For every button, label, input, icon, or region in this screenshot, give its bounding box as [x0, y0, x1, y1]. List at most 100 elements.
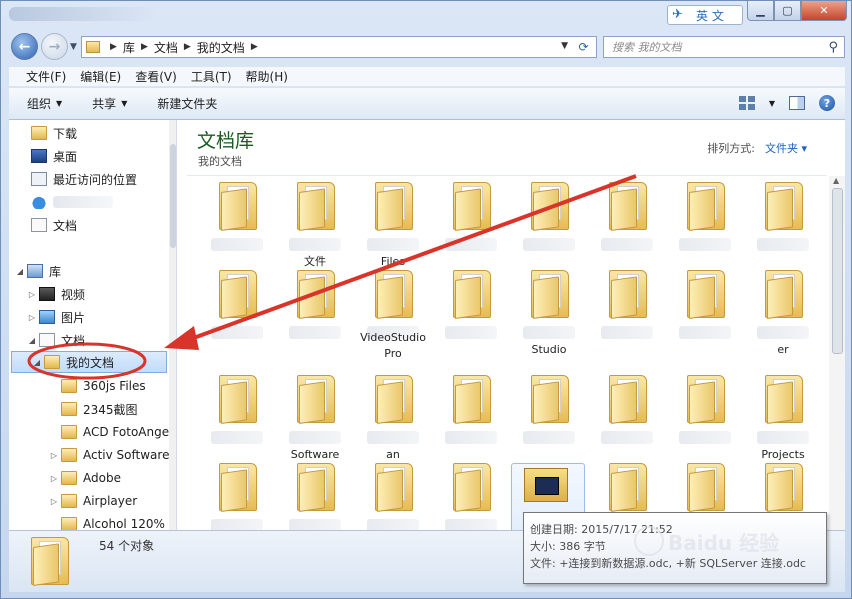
folder-tile[interactable]: Files — [355, 182, 431, 274]
maximize-button[interactable]: ▢ — [774, 1, 801, 21]
back-button[interactable]: ← — [11, 33, 38, 60]
nav-item-child[interactable]: ▷ Adobe — [49, 467, 176, 489]
folder-tile[interactable] — [433, 270, 509, 362]
scroll-up-icon[interactable]: ▲ — [833, 176, 839, 185]
ime-indicator[interactable]: ✈ 英 文 — [667, 5, 743, 25]
breadcrumb-library[interactable]: 库 — [123, 39, 135, 56]
address-history-dropdown-icon[interactable]: ▼ — [561, 41, 568, 51]
expanded-arrow-icon[interactable]: ◢ — [27, 336, 37, 345]
nav-item-desktop[interactable]: 桌面 — [31, 145, 176, 167]
nav-item-child[interactable]: ▷ Activ Software — [49, 444, 176, 466]
nav-item-pictures[interactable]: ▷ 图片 — [27, 306, 176, 328]
nav-item-documents[interactable]: ◢ 文档 — [27, 329, 176, 351]
nav-item-child[interactable]: ACD FotoAngel — [49, 421, 176, 443]
folder-tile[interactable] — [667, 270, 743, 362]
nav-item-cloud[interactable] — [31, 191, 176, 213]
help-icon[interactable]: ? — [819, 95, 835, 111]
folder-icon — [765, 463, 803, 513]
nav-item-label: 图片 — [61, 310, 86, 325]
share-button[interactable]: 共享 ▼ — [92, 95, 127, 112]
expanded-arrow-icon[interactable]: ◢ — [15, 267, 25, 276]
breadcrumb-documents[interactable]: 文档 — [154, 39, 178, 56]
folder-tile[interactable]: 文件 — [277, 182, 353, 274]
recent-pages-dropdown-icon[interactable]: ▼ — [70, 42, 77, 52]
blurred-label — [757, 238, 809, 251]
nav-item-child[interactable]: 360js Files — [49, 375, 176, 397]
navigation-row: ← → ▼ ▶ 库 ▶ 文档 ▶ 我的文档 ▶ ▼ ⟳ ⚲ — [9, 33, 845, 61]
folder-tile[interactable] — [433, 182, 509, 274]
blurred-label — [211, 238, 263, 251]
folder-tile[interactable]: Projects — [745, 375, 821, 467]
collapsed-arrow-icon[interactable]: ▷ — [49, 474, 59, 483]
folder-tile[interactable] — [199, 182, 275, 274]
nav-item-child[interactable]: ▷ Airplayer — [49, 490, 176, 512]
new-folder-button[interactable]: 新建文件夹 — [157, 95, 217, 112]
breadcrumb-separator-icon[interactable]: ▶ — [184, 42, 191, 52]
collapsed-arrow-icon[interactable]: ▷ — [49, 451, 59, 460]
nav-item-downloads[interactable]: 下载 — [31, 122, 176, 144]
organize-button[interactable]: 组织 ▼ — [27, 95, 62, 112]
folder-tile[interactable] — [589, 182, 665, 274]
content-scroll-thumb[interactable] — [832, 188, 843, 354]
breadcrumb-separator-icon[interactable]: ▶ — [141, 42, 148, 52]
folder-tile[interactable] — [199, 375, 275, 467]
collapsed-arrow-icon[interactable]: ▷ — [27, 313, 37, 322]
refresh-button[interactable]: ⟳ — [571, 36, 597, 58]
folder-tile[interactable] — [355, 463, 431, 530]
menu-edit[interactable]: 编辑(E) — [73, 68, 128, 85]
folder-icon — [687, 182, 725, 232]
search-input[interactable] — [612, 40, 817, 54]
blurred-label — [289, 431, 341, 444]
folder-tile[interactable] — [511, 182, 587, 274]
folder-tile[interactable] — [667, 182, 743, 274]
breadcrumb-separator-icon[interactable]: ▶ — [110, 42, 117, 52]
folder-tile[interactable] — [589, 375, 665, 467]
folder-tile[interactable] — [199, 270, 275, 362]
collapsed-arrow-icon[interactable]: ▷ — [27, 290, 37, 299]
folder-tile[interactable] — [667, 375, 743, 467]
menu-file[interactable]: 文件(F) — [19, 68, 73, 85]
search-icon[interactable]: ⚲ — [828, 40, 838, 55]
nav-item-label: 我的文档 — [66, 355, 115, 370]
nav-scrollbar[interactable] — [169, 120, 176, 530]
breadcrumb-my-documents[interactable]: 我的文档 — [197, 39, 245, 56]
preview-pane-icon[interactable] — [789, 96, 805, 110]
address-bar[interactable]: ▶ 库 ▶ 文档 ▶ 我的文档 ▶ ▼ — [81, 36, 573, 58]
search-box[interactable]: ⚲ — [603, 36, 845, 58]
change-view-icon[interactable] — [738, 96, 755, 110]
nav-item-my-documents[interactable]: ◢ 我的文档 — [11, 351, 167, 373]
folder-tile[interactable] — [511, 375, 587, 467]
folder-tile[interactable]: er — [745, 270, 821, 362]
folder-tile[interactable] — [745, 182, 821, 274]
menu-tools[interactable]: 工具(T) — [184, 68, 239, 85]
menu-help[interactable]: 帮助(H) — [239, 68, 295, 85]
nav-scroll-thumb[interactable] — [170, 144, 176, 248]
folder-tile[interactable] — [199, 463, 275, 530]
folder-tile[interactable] — [433, 375, 509, 467]
nav-item-recent-places[interactable]: 最近访问的位置 — [31, 168, 176, 190]
folder-tile[interactable]: an — [355, 375, 431, 467]
nav-item-libraries[interactable]: ◢ 库 — [15, 260, 173, 282]
folder-tile[interactable] — [277, 270, 353, 362]
nav-item-videos[interactable]: ▷ 视频 — [27, 283, 176, 305]
my-documents-folder-icon — [44, 355, 60, 369]
close-button[interactable]: ✕ — [801, 1, 847, 21]
nav-item-documents-favorite[interactable]: 文档 — [31, 214, 176, 236]
forward-button[interactable]: → — [41, 33, 68, 60]
folder-tile[interactable]: VideoStudio Pro — [355, 270, 431, 362]
content-scrollbar[interactable]: ▲ — [829, 176, 845, 530]
folder-tile[interactable] — [589, 270, 665, 362]
collapsed-arrow-icon[interactable]: ▷ — [49, 497, 59, 506]
nav-item-child[interactable]: 2345截图 — [49, 398, 176, 420]
folder-tile[interactable]: Studio — [511, 270, 587, 362]
folder-tile[interactable]: Software — [277, 375, 353, 467]
folder-tile[interactable] — [433, 463, 509, 530]
view-options-dropdown-icon[interactable]: ▼ — [769, 99, 775, 108]
folder-tile[interactable] — [277, 463, 353, 530]
breadcrumb-separator-icon[interactable]: ▶ — [251, 42, 258, 52]
arrange-by-dropdown[interactable]: 文件夹 ▾ — [765, 140, 807, 156]
minimize-button[interactable]: ▁ — [747, 1, 774, 21]
nav-item-child[interactable]: Alcohol 120% — [49, 513, 176, 530]
expanded-arrow-icon[interactable]: ◢ — [32, 358, 42, 367]
menu-view[interactable]: 查看(V) — [128, 68, 184, 85]
